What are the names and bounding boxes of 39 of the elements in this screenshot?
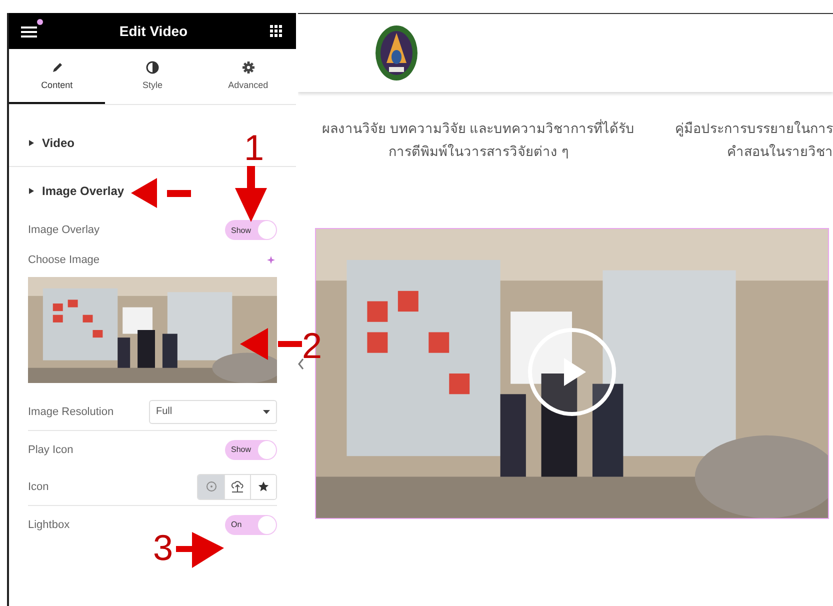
play-icon[interactable]: [526, 326, 618, 418]
control-label: Image Resolution: [28, 406, 114, 418]
pencil-icon: [50, 62, 63, 74]
link-caption: คู่มือประการบรรยายในการ คำสอนในรายวิชา: [675, 120, 833, 161]
settings-icon: [242, 61, 255, 74]
circle-icon: [206, 481, 216, 492]
panel-tab[interactable]: Content: [9, 49, 105, 104]
step-number: 1: [244, 130, 264, 166]
icon-option[interactable]: [250, 474, 276, 498]
caret-icon: [263, 410, 270, 414]
arrow-annotation: [176, 532, 224, 568]
section-header[interactable]: Image Overlay: [9, 167, 296, 215]
caret-icon: [29, 140, 34, 146]
control-label: Image Overlay: [28, 224, 100, 236]
contrast-icon: [146, 61, 159, 74]
panel-title: Edit Video: [119, 23, 188, 39]
upload-icon: [231, 480, 244, 492]
toggle-switch[interactable]: On: [225, 514, 277, 534]
toggle-switch[interactable]: Show: [225, 440, 277, 460]
control-label: Play Icon: [28, 444, 74, 456]
panel-tab[interactable]: Style: [104, 49, 200, 104]
arrow-annotation: [240, 328, 304, 360]
control-label: Icon: [28, 480, 49, 492]
control-label: Choose Image: [28, 254, 100, 266]
link-caption: ผลงานวิจัย บทความวิจัย และบทความวิชาการที่ได้รับ การตีพิมพ์ในวารสารวิจัยต่าง ๆ: [321, 118, 636, 161]
caret-icon: [29, 188, 34, 194]
menu-icon[interactable]: [21, 26, 37, 38]
arrow-annotation: [234, 166, 268, 222]
collapse-icon[interactable]: [297, 358, 305, 370]
star-icon: [258, 481, 269, 492]
panel-tab[interactable]: Advanced: [200, 49, 296, 104]
sparkle-icon[interactable]: [267, 255, 277, 265]
step-number: 3: [153, 530, 174, 566]
resolution-select[interactable]: Full: [149, 400, 277, 424]
logo-icon: [375, 25, 418, 81]
control-label: Lightbox: [28, 518, 70, 530]
toggle-switch[interactable]: Show: [225, 220, 277, 240]
grid-icon[interactable]: [270, 25, 282, 37]
step-number: 2: [302, 328, 322, 364]
